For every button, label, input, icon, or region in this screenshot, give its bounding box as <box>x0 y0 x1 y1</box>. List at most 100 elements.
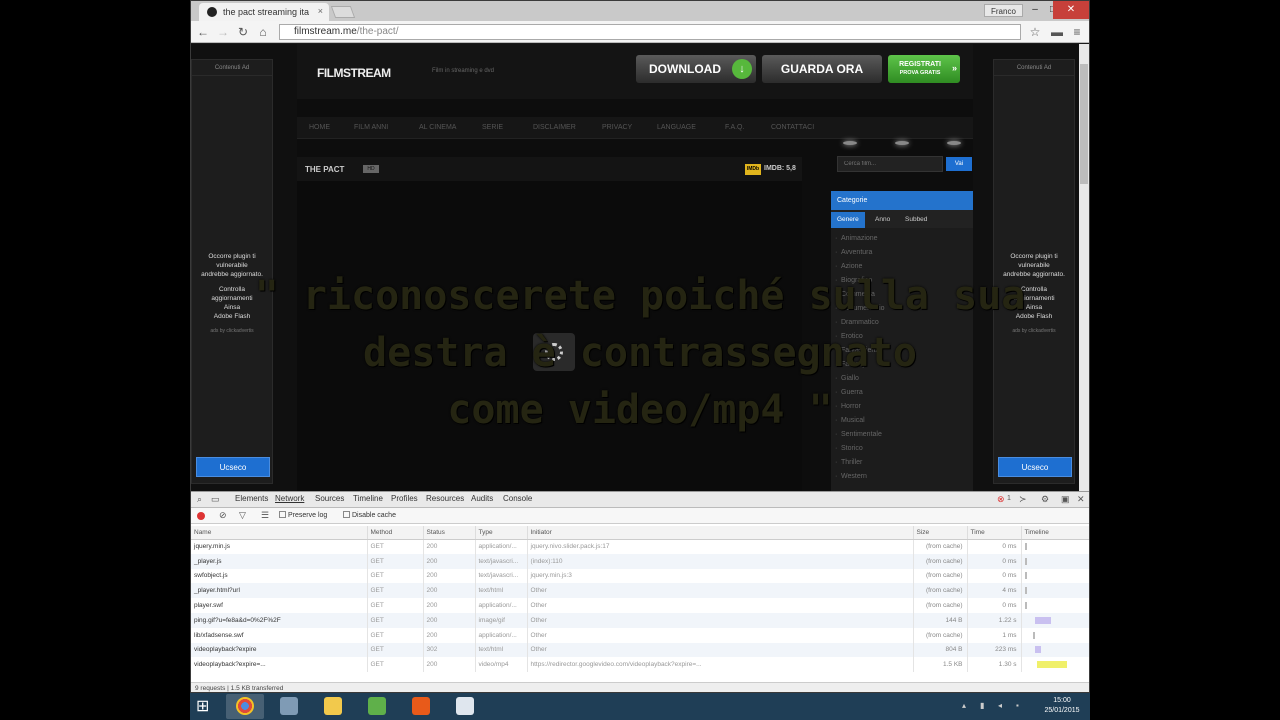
device-mode-icon[interactable]: ▭ <box>211 494 220 505</box>
tab-network[interactable]: Network <box>275 494 304 503</box>
tab-elements[interactable]: Elements <box>235 494 268 503</box>
video-player[interactable] <box>297 181 802 491</box>
tab-subbed[interactable]: Subbed <box>899 212 933 228</box>
taskbar-clock[interactable]: 15:00 25/01/2015 <box>1038 696 1086 716</box>
table-row[interactable]: _player.html?url GET 200 text/html Other (fro… <box>191 583 1089 599</box>
home-icon[interactable]: ⌂ <box>255 24 271 40</box>
clear-icon[interactable]: ⊘ <box>219 510 227 521</box>
volume-icon[interactable]: ◂ <box>998 701 1002 710</box>
tab-console[interactable]: Console <box>503 494 532 503</box>
genre-item[interactable]: Giallo <box>831 372 973 386</box>
col-timeline[interactable]: Timeline <box>1021 526 1089 540</box>
taskbar-app[interactable] <box>446 694 484 719</box>
genre-item[interactable]: Fantasy <box>831 358 973 372</box>
download-button[interactable]: DOWNLOAD ↓ <box>636 55 756 83</box>
genre-item[interactable]: Documentario <box>831 302 973 316</box>
nav-privacy[interactable]: PRIVACY <box>602 124 632 131</box>
nav-language[interactable]: LANGUAGE <box>657 124 696 131</box>
tab-profiles[interactable]: Profiles <box>391 494 418 503</box>
inspect-search-icon[interactable]: ⌕ <box>197 494 202 505</box>
page-scrollbar[interactable] <box>1079 44 1089 491</box>
taskbar-chrome[interactable] <box>226 694 264 719</box>
reload-icon[interactable]: ↻ <box>235 24 251 40</box>
tray-up-icon[interactable]: ▴ <box>962 701 966 710</box>
tab-timeline[interactable]: Timeline <box>353 494 383 503</box>
table-row[interactable]: _player.js GET 200 text/javascri... (index):… <box>191 553 1089 569</box>
tab-close-icon[interactable]: × <box>318 6 323 16</box>
table-row[interactable]: videoplayback?expire GET 302 text/html Other… <box>191 642 1089 658</box>
bookmark-star-icon[interactable]: ☆ <box>1027 24 1043 40</box>
col-name[interactable]: Name <box>191 526 368 540</box>
col-method[interactable]: Method <box>367 526 424 540</box>
windows-start-icon[interactable]: ⊞ <box>196 698 214 715</box>
genre-item[interactable]: Erotico <box>831 330 973 344</box>
col-type[interactable]: Type <box>475 526 528 540</box>
disable-cache-checkbox[interactable]: Disable cache <box>343 511 396 519</box>
search-input[interactable] <box>837 156 943 172</box>
genre-item[interactable]: Animazione <box>831 232 973 246</box>
site-logo[interactable]: FILMSTREAM <box>317 66 391 80</box>
scrollbar-thumb[interactable] <box>1080 64 1088 184</box>
new-tab-button[interactable] <box>330 6 356 18</box>
flag-icon[interactable]: ▪ <box>1016 701 1019 710</box>
genre-item[interactable]: Western <box>831 470 973 484</box>
nav-faq[interactable]: F.A.Q. <box>725 124 744 131</box>
browser-tab[interactable]: the pact streaming ita × <box>199 3 329 21</box>
nav-home[interactable]: HOME <box>309 124 330 131</box>
taskbar-explorer[interactable] <box>314 694 352 719</box>
gear-icon[interactable]: ⚙ <box>1041 494 1049 505</box>
forward-arrow-icon[interactable]: → <box>215 24 231 40</box>
genre-item[interactable]: Avventura <box>831 246 973 260</box>
record-icon[interactable] <box>197 512 205 520</box>
tab-anno[interactable]: Anno <box>869 212 896 228</box>
nav-serie[interactable]: SERIE <box>482 124 503 131</box>
cast-icon[interactable]: ▬ <box>1049 24 1065 40</box>
genre-item[interactable]: Musical <box>831 414 973 428</box>
profile-button[interactable]: Franco <box>984 4 1023 17</box>
register-button[interactable]: REGISTRATI PROVA GRATIS » <box>888 55 960 83</box>
genre-item[interactable]: Storico <box>831 442 973 456</box>
address-bar[interactable]: filmstream.me/the-pact/ <box>279 24 1021 40</box>
taskbar-app[interactable] <box>402 694 440 719</box>
left-ad-panel[interactable]: Contenuti Ad Occorre plugin ti vulnerabi… <box>191 59 273 484</box>
col-initiator[interactable]: Initiator <box>527 526 914 540</box>
tab-sources[interactable]: Sources <box>315 494 344 503</box>
genre-item[interactable]: Drammatico <box>831 316 973 330</box>
genre-item[interactable]: Fantascienza <box>831 344 973 358</box>
menu-icon[interactable]: ≡ <box>1069 24 1085 40</box>
network-icon[interactable]: ▮ <box>980 701 984 710</box>
genre-item[interactable]: Sentimentale <box>831 428 973 442</box>
search-button[interactable]: Vai <box>946 157 972 171</box>
taskbar-app[interactable] <box>270 694 308 719</box>
table-row[interactable]: videoplayback?expire=... GET 200 video/mp4 h… <box>191 657 1089 673</box>
right-ad-panel[interactable]: Contenuti Ad Occorre plugin ti vulnerabi… <box>993 59 1075 484</box>
taskbar-utorrent[interactable] <box>358 694 396 719</box>
back-arrow-icon[interactable]: ← <box>195 24 211 40</box>
nav-disclaimer[interactable]: DISCLAIMER <box>533 124 576 131</box>
genre-item[interactable]: Azione <box>831 260 973 274</box>
tab-genere[interactable]: Genere <box>831 212 865 228</box>
list-view-icon[interactable]: ☰ <box>261 510 269 521</box>
table-row[interactable]: player.swf GET 200 application/... Other (fro… <box>191 598 1089 613</box>
col-size[interactable]: Size <box>913 526 968 540</box>
nav-al-cinema[interactable]: AL CINEMA <box>419 124 456 131</box>
dock-icon[interactable]: ▣ <box>1061 494 1070 505</box>
genre-item[interactable]: Horror <box>831 400 973 414</box>
close-icon[interactable]: ✕ <box>1077 494 1085 505</box>
genre-item[interactable]: Commedia <box>831 288 973 302</box>
table-row[interactable]: swfobject.js GET 200 text/javascri... jquery… <box>191 568 1089 584</box>
tab-resources[interactable]: Resources <box>426 494 464 503</box>
table-row[interactable]: jquery.min.js GET 200 application/... jquery… <box>191 539 1089 554</box>
genre-item[interactable]: Guerra <box>831 386 973 400</box>
col-time[interactable]: Time <box>967 526 1022 540</box>
preserve-log-checkbox[interactable]: Preserve log <box>279 511 327 519</box>
nav-film-anni[interactable]: FILM ANNI <box>354 124 388 131</box>
filter-icon[interactable]: ▽ <box>239 510 246 521</box>
ad-button[interactable]: Ucseco <box>998 457 1072 477</box>
table-row[interactable]: lib/xfadsense.swf GET 200 application/... Ot… <box>191 627 1089 643</box>
close-window-button[interactable]: ✕ <box>1053 1 1089 19</box>
table-row[interactable]: ping.gif?u=fe8a&d=0%2F%2F GET 200 image/gif… <box>191 612 1089 628</box>
console-drawer-icon[interactable]: ≻ <box>1019 494 1027 505</box>
col-status[interactable]: Status <box>423 526 476 540</box>
tab-audits[interactable]: Audits <box>471 494 493 503</box>
